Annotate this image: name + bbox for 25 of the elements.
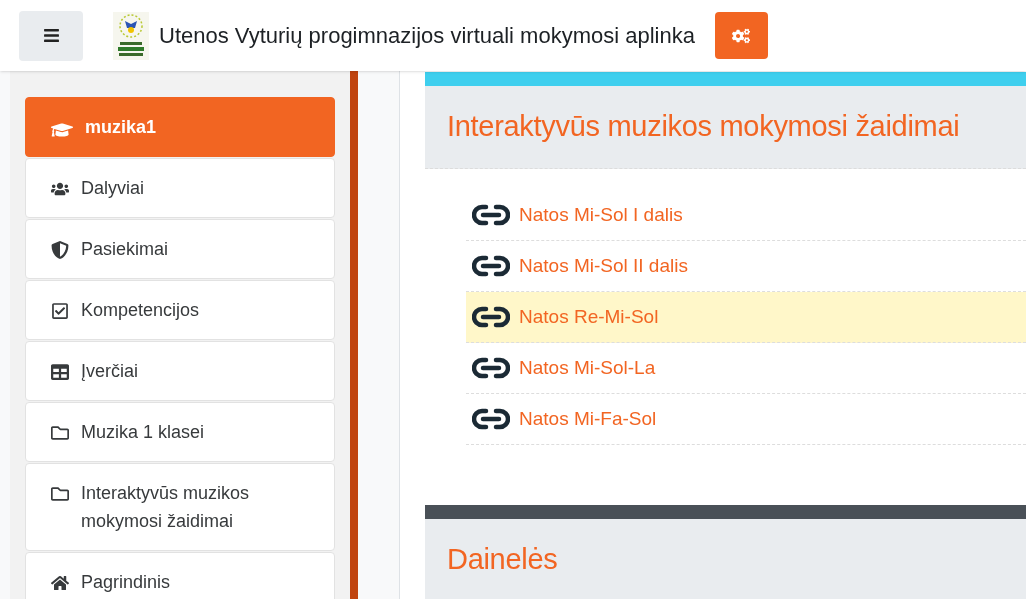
table-icon xyxy=(51,363,69,381)
sidebar-item[interactable]: Dalyviai xyxy=(25,158,335,218)
sidebar-item[interactable]: Pagrindinis xyxy=(25,552,335,599)
link-icon xyxy=(472,357,510,379)
link-icon xyxy=(472,204,510,226)
checkbox-icon xyxy=(51,302,69,320)
link-icon xyxy=(472,306,510,328)
menu-button[interactable] xyxy=(19,10,83,61)
shield-icon xyxy=(51,241,69,259)
school-logo xyxy=(113,11,149,60)
settings-icon xyxy=(732,26,751,45)
home-icon xyxy=(51,574,69,592)
users-icon xyxy=(51,180,69,198)
sidebar-item[interactable]: Pasiekimai xyxy=(25,219,335,279)
folder-icon xyxy=(51,424,69,442)
menu-icon xyxy=(42,27,60,44)
link-icon xyxy=(472,255,510,277)
sidebar-item[interactable]: Įverčiai xyxy=(25,341,335,401)
settings-button[interactable] xyxy=(714,12,768,59)
folder-icon xyxy=(51,485,69,503)
sidebar-item[interactable]: Muzika 1 klasei xyxy=(25,402,335,462)
sidebar-item[interactable]: Kompetencijos xyxy=(25,280,335,340)
sidebar-item[interactable]: Interaktyvūs muzikos mokymosi žaidimai xyxy=(25,463,335,551)
link-icon xyxy=(472,408,510,430)
site-title[interactable]: Utenos Vyturių progimnazijos virtuali mokymosi aplinka xyxy=(159,19,695,52)
